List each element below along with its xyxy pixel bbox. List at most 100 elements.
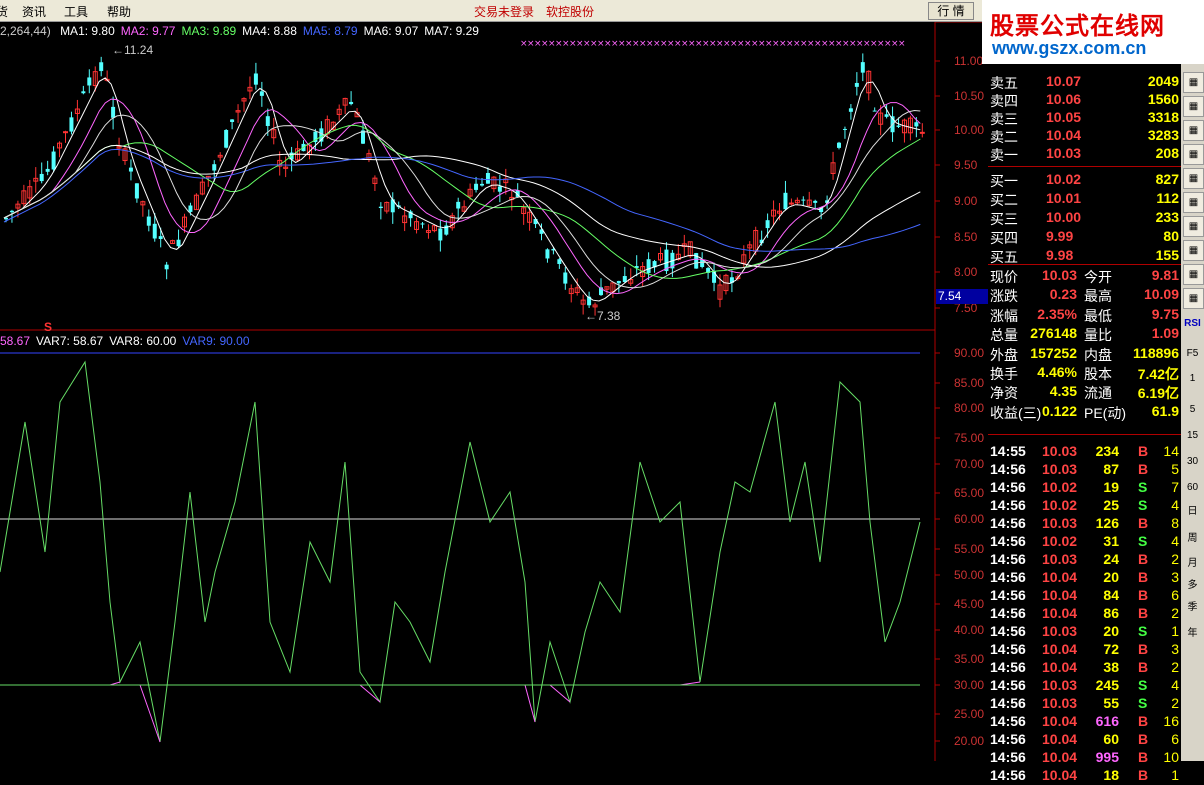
tick-row[interactable]: 14:56 10.04 20 B 3 xyxy=(988,568,1181,587)
stat-row[interactable]: 涨跌 0.23 最高 10.09 xyxy=(988,285,1181,304)
toolbar-period-5[interactable]: 5 xyxy=(1183,400,1202,419)
toolbar-chart-icon[interactable]: ▦ xyxy=(1183,96,1204,117)
tick-volume: 245 xyxy=(1095,677,1119,693)
candle-body xyxy=(884,114,889,117)
tick-row[interactable]: 14:56 10.03 126 B 8 xyxy=(988,514,1181,533)
candle-body xyxy=(646,259,651,273)
candle-body xyxy=(9,210,14,213)
menu-item-help[interactable]: 帮助 xyxy=(107,3,131,20)
toolbar-chart-icon[interactable]: ▦ xyxy=(1183,72,1204,93)
candle-body xyxy=(265,116,270,126)
login-status[interactable]: 交易未登录 xyxy=(474,3,534,20)
tick-row[interactable]: 14:56 10.04 86 B 2 xyxy=(988,604,1181,623)
stat-value: 157252 xyxy=(1030,344,1077,361)
tick-count: 4 xyxy=(1171,497,1179,513)
bid-row[interactable]: 买一 10.02 827 xyxy=(988,170,1181,189)
tick-count: 2 xyxy=(1171,695,1179,711)
stat-row[interactable]: 总量 276148 量比 1.09 xyxy=(988,324,1181,343)
stat-value: 9.75 xyxy=(1151,305,1179,322)
toolbar-chart-icon[interactable]: ▦ xyxy=(1183,288,1204,309)
candle-body xyxy=(801,199,806,201)
kline-chart[interactable]: 11.0010.5010.009.509.008.508.007.5090.00… xyxy=(0,22,987,761)
osc-axis-label: 85.00 xyxy=(954,376,984,390)
stat-row[interactable]: 净资 4.35 流通 6.19亿 xyxy=(988,382,1181,401)
tick-row[interactable]: 14:56 10.04 72 B 3 xyxy=(988,640,1181,659)
tick-row[interactable]: 14:56 10.04 84 B 6 xyxy=(988,586,1181,605)
bid-label: 买四 xyxy=(990,230,1018,246)
candle-body xyxy=(152,223,157,239)
tick-row[interactable]: 14:56 10.02 19 S 7 xyxy=(988,478,1181,497)
toolbar-period-周[interactable]: 周 xyxy=(1183,529,1202,548)
tick-count: 4 xyxy=(1171,533,1179,549)
toolbar-chart-icon[interactable]: ▦ xyxy=(1183,240,1204,261)
toolbar-chart-icon[interactable]: ▦ xyxy=(1183,192,1204,213)
ask-row[interactable]: 卖三 10.05 3318 xyxy=(988,108,1181,127)
tick-row[interactable]: 14:56 10.02 25 S 4 xyxy=(988,496,1181,515)
tick-count: 6 xyxy=(1171,587,1179,603)
toolbar-period-季[interactable]: 季 xyxy=(1183,598,1202,617)
stat-value: 4.46% xyxy=(1037,364,1077,380)
tick-row[interactable]: 14:56 10.03 87 B 5 xyxy=(988,460,1181,479)
tick-row[interactable]: 14:56 10.04 18 B 1 xyxy=(988,766,1181,785)
toolbar-period-F5[interactable]: F5 xyxy=(1183,344,1202,363)
tick-row[interactable]: 14:56 10.03 245 S 4 xyxy=(988,676,1181,695)
quote-button[interactable]: 行 情 xyxy=(928,2,974,20)
tick-side: B xyxy=(1138,659,1149,675)
tick-row[interactable]: 14:56 10.03 55 S 2 xyxy=(988,694,1181,713)
bid-label: 买一 xyxy=(990,173,1018,189)
toolbar-period-多[interactable]: 多 xyxy=(1183,576,1202,595)
menu-item-tools[interactable]: 工具 xyxy=(64,3,88,20)
toolbar-period-月[interactable]: 月 xyxy=(1183,554,1202,573)
stat-value: 0.23 xyxy=(1049,286,1077,303)
tick-row[interactable]: 14:56 10.02 31 S 4 xyxy=(988,532,1181,551)
toolbar-chart-icon[interactable]: ▦ xyxy=(1183,168,1204,189)
stat-row[interactable]: 外盘 157252 内盘 118896 xyxy=(988,344,1181,363)
toolbar-chart-icon[interactable]: ▦ xyxy=(1183,144,1204,165)
bid-volume: 155 xyxy=(1155,247,1179,263)
stat-row[interactable]: 换手 4.46% 股本 7.42亿 xyxy=(988,363,1181,382)
tick-volume: 86 xyxy=(1103,605,1119,621)
ask-row[interactable]: 卖五 10.07 2049 xyxy=(988,72,1181,91)
toolbar-period-年[interactable]: 年 xyxy=(1183,624,1202,643)
ask-volume: 2049 xyxy=(1147,73,1179,89)
candle-body xyxy=(134,183,139,199)
candle-body xyxy=(485,172,490,184)
menu-item-stock[interactable]: 货 xyxy=(0,3,8,20)
toolbar-chart-icon[interactable]: ▦ xyxy=(1183,216,1204,237)
stat-row[interactable]: 收益(三) 0.122 PE(动) 61.9 xyxy=(988,402,1181,421)
bid-row[interactable]: 买四 9.99 80 xyxy=(988,227,1181,246)
tick-price: 10.03 xyxy=(1042,461,1078,477)
tick-row[interactable]: 14:55 10.03 234 B 14 xyxy=(988,442,1181,461)
toolbar-chart-icon[interactable]: ▦ xyxy=(1183,120,1204,141)
ask-row[interactable]: 卖一 10.03 208 xyxy=(988,144,1181,163)
tick-time: 14:56 xyxy=(990,677,1026,693)
price-axis-label: 10.00 xyxy=(954,123,984,137)
tick-row[interactable]: 14:56 10.04 60 B 6 xyxy=(988,730,1181,749)
candle-body xyxy=(783,192,788,210)
ask-row[interactable]: 卖四 10.06 1560 xyxy=(988,90,1181,109)
osc-axis-label: 75.00 xyxy=(954,431,984,445)
tick-row[interactable]: 14:56 10.04 616 B 16 xyxy=(988,712,1181,731)
tick-row[interactable]: 14:56 10.04 38 B 2 xyxy=(988,658,1181,677)
bid-row[interactable]: 买五 9.98 155 xyxy=(988,246,1181,265)
stat-row[interactable]: 现价 10.03 今开 9.81 xyxy=(988,266,1181,285)
toolbar-period-RSI[interactable]: RSI xyxy=(1183,314,1202,333)
toolbar-period-1[interactable]: 1 xyxy=(1183,369,1202,388)
tick-row[interactable]: 14:56 10.04 995 B 10 xyxy=(988,748,1181,767)
toolbar-chart-icon[interactable]: ▦ xyxy=(1183,264,1204,285)
ask-row[interactable]: 卖二 10.04 3283 xyxy=(988,126,1181,145)
menu-item-news[interactable]: 资讯 xyxy=(22,3,46,20)
candle-body xyxy=(111,106,116,118)
tick-price: 10.03 xyxy=(1042,623,1078,639)
tick-row[interactable]: 14:56 10.03 24 B 2 xyxy=(988,550,1181,569)
candle-body xyxy=(788,202,794,205)
stat-row[interactable]: 涨幅 2.35% 最低 9.75 xyxy=(988,305,1181,324)
bid-row[interactable]: 买三 10.00 233 xyxy=(988,208,1181,227)
tick-row[interactable]: 14:56 10.03 20 S 1 xyxy=(988,622,1181,641)
toolbar-period-60[interactable]: 60 xyxy=(1183,478,1202,497)
toolbar-period-15[interactable]: 15 xyxy=(1183,426,1202,445)
toolbar-period-30[interactable]: 30 xyxy=(1183,452,1202,471)
tick-volume: 995 xyxy=(1095,749,1119,765)
toolbar-period-日[interactable]: 日 xyxy=(1183,502,1202,521)
bid-row[interactable]: 买二 10.01 112 xyxy=(988,189,1181,208)
